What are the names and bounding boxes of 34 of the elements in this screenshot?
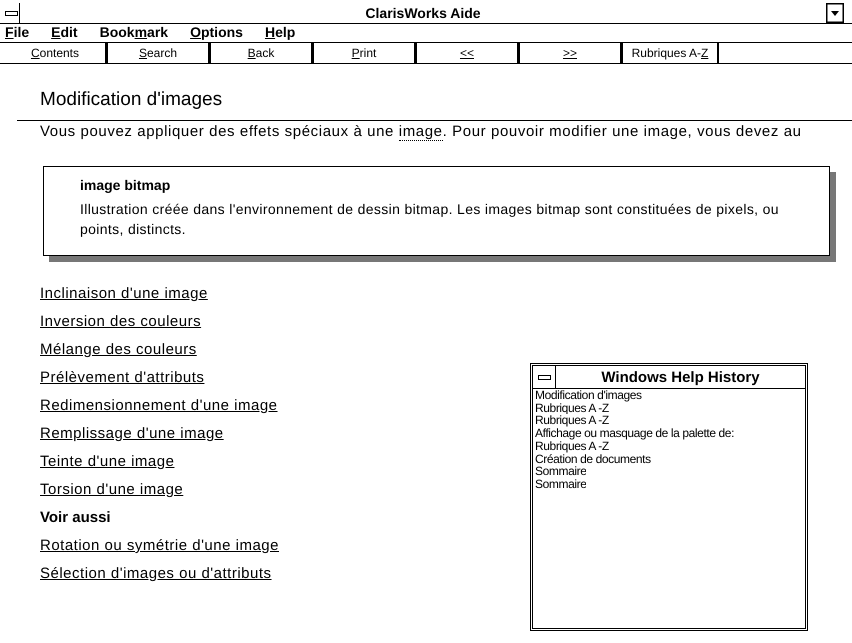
see-also-heading: Voir aussi: [40, 510, 111, 526]
topic-link[interactable]: Rotation ou symétrie d'une image: [40, 538, 279, 554]
topic-heading: Modification d'images: [40, 88, 224, 112]
history-item[interactable]: Rubriques A -Z: [535, 414, 609, 428]
glossary-link[interactable]: image: [398, 123, 443, 141]
menu-item[interactable]: Bookmark: [100, 24, 168, 41]
history-title: Windows Help History: [600, 368, 761, 386]
menu-item[interactable]: Options: [190, 24, 243, 41]
history-item[interactable]: Affichage ou masquage de la palette de:: [535, 427, 734, 440]
topic-link[interactable]: Inversion des couleurs: [40, 314, 202, 330]
intro-paragraph: Vous pouvez appliquer des effets spéciaux à une image. Pour pouvoir modifier une image, vous devez au: [40, 123, 802, 140]
topic-link[interactable]: Remplissage d'une image: [40, 426, 224, 442]
topic-link[interactable]: Sélection d'images ou d'attributs: [40, 566, 272, 582]
topic-link[interactable]: Redimensionnement d'une image: [40, 398, 278, 414]
topic-link[interactable]: Torsion d'une image: [40, 482, 184, 498]
popup-term: image bitmap: [80, 177, 172, 193]
topic-link[interactable]: Mélange des couleurs: [40, 342, 197, 358]
history-item[interactable]: Sommaire: [535, 465, 586, 478]
history-item[interactable]: Modification d'images: [535, 389, 642, 402]
system-menu-icon[interactable]: [5, 3, 20, 23]
history-item[interactable]: Rubriques A -Z: [535, 402, 609, 414]
topic-link[interactable]: Teinte d'une image: [40, 454, 174, 470]
menu-item[interactable]: Help: [264, 24, 296, 41]
dropdown-arrow-icon[interactable]: [826, 3, 844, 23]
toolbar-button[interactable]: Rubriques A-Z: [620, 43, 719, 63]
menu-item[interactable]: Edit: [51, 24, 78, 41]
topic-link[interactable]: Prélèvement d'attributs: [40, 370, 204, 386]
window-title: ClarisWorks Aide: [364, 5, 482, 21]
history-item[interactable]: Rubriques A -Z: [535, 440, 609, 453]
history-item[interactable]: Sommaire: [535, 478, 586, 491]
popup-definition: Illustration créée dans l'environnement de dessin bitmap. Les images bitmap sont constituées de pixels, ou points, distincts.: [80, 200, 780, 239]
history-item[interactable]: Création de documents: [535, 452, 651, 466]
menu-item[interactable]: File: [5, 24, 30, 41]
topic-link[interactable]: Inclinaison d'une image: [40, 286, 208, 302]
